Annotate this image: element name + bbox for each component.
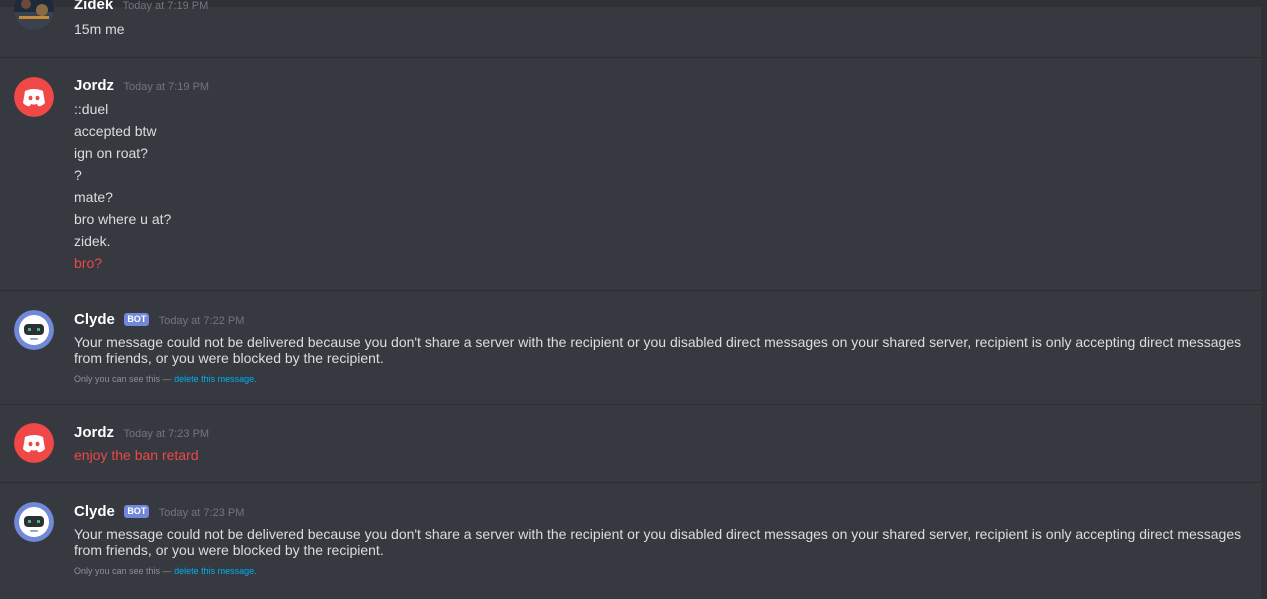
bot-message-text: Your message could not be delivered beca… [74, 526, 1242, 558]
message-line: ? [74, 167, 82, 183]
message-group-jordz: Jordz Today at 7:23 PM enjoy the ban ret… [0, 404, 1261, 483]
avatar-jordz-icon[interactable] [14, 423, 54, 463]
bot-tag: BOT [124, 505, 150, 518]
message-line: mate? [74, 189, 113, 205]
message-line: ign on roat? [74, 145, 148, 161]
message-line: 15m me [74, 21, 125, 37]
message-header: Clyde BOT Today at 7:23 PM [74, 503, 244, 521]
avatar-zidek-icon[interactable] [14, 0, 54, 30]
delete-message-link[interactable]: delete this message. [174, 374, 257, 384]
message-group-clyde: Clyde BOT Today at 7:23 PM Your message … [0, 482, 1261, 599]
ephemeral-note: Only you can see this — delete this mess… [74, 566, 257, 576]
message-header: Clyde BOT Today at 7:22 PM [74, 311, 244, 329]
ephemeral-note-text: Only you can see this — [74, 374, 172, 384]
username[interactable]: Jordz [74, 77, 114, 94]
message-header: Zidek Today at 7:19 PM [74, 0, 208, 14]
message-line: accepted btw [74, 123, 157, 139]
failed-message-line: enjoy the ban retard [74, 447, 199, 463]
username[interactable]: Zidek [74, 0, 113, 13]
avatar-clyde-icon[interactable] [14, 502, 54, 542]
message-group-zidek: Zidek Today at 7:19 PM 15m me [0, 0, 1261, 57]
message-line: bro where u at? [74, 211, 172, 227]
timestamp: Today at 7:23 PM [123, 428, 210, 440]
avatar-clyde-icon[interactable] [14, 310, 54, 350]
username[interactable]: Jordz [74, 424, 114, 441]
message-line: zidek. [74, 233, 111, 249]
ephemeral-note: Only you can see this — delete this mess… [74, 374, 257, 384]
message-group-clyde: Clyde BOT Today at 7:22 PM Your message … [0, 290, 1261, 405]
bot-tag: BOT [124, 313, 150, 326]
scrollbar[interactable] [1261, 0, 1267, 598]
timestamp: Today at 7:23 PM [158, 507, 245, 519]
failed-message-line: bro? [74, 255, 103, 271]
message-header: Jordz Today at 7:23 PM [74, 424, 209, 442]
timestamp: Today at 7:19 PM [123, 81, 210, 93]
message-line: ::duel [74, 101, 109, 117]
message-header: Jordz Today at 7:19 PM [74, 77, 209, 95]
username[interactable]: Clyde [74, 311, 115, 328]
timestamp: Today at 7:22 PM [158, 315, 245, 327]
ephemeral-note-text: Only you can see this — [74, 566, 172, 576]
bot-message-text: Your message could not be delivered beca… [74, 334, 1242, 366]
username[interactable]: Clyde [74, 503, 115, 520]
delete-message-link[interactable]: delete this message. [174, 566, 257, 576]
timestamp: Today at 7:19 PM [122, 0, 209, 12]
avatar-jordz-icon[interactable] [14, 77, 54, 117]
message-group-jordz: Jordz Today at 7:19 PM ::duel accepted b… [0, 57, 1261, 291]
